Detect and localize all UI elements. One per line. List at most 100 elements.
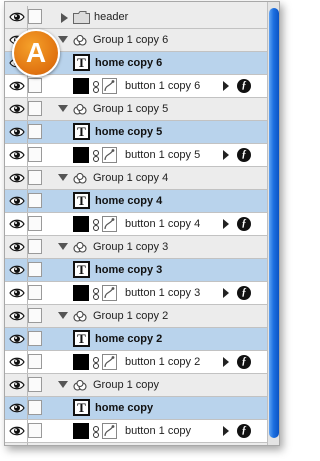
fx-icon[interactable]: ƒ [237, 424, 251, 438]
folder-icon [73, 11, 90, 24]
layer-link-box[interactable] [28, 400, 42, 415]
eye-icon[interactable] [6, 374, 28, 396]
layer-thumbnail [73, 285, 89, 301]
fx-icon[interactable]: ƒ [237, 286, 251, 300]
vector-mask-icon [102, 78, 117, 94]
text-layer-icon: T [73, 261, 90, 278]
collapse-arrow-icon[interactable] [58, 312, 68, 319]
layer-link-box[interactable] [28, 331, 42, 346]
eye-icon[interactable] [6, 213, 28, 235]
eye-icon[interactable] [6, 167, 28, 189]
layer-name: button 1 copy 4 [125, 218, 201, 230]
eye-icon[interactable] [6, 443, 28, 445]
fx-icon[interactable]: ƒ [237, 217, 251, 231]
link-icon [93, 149, 99, 162]
effects-arrow-icon[interactable] [223, 81, 229, 91]
layer-link-box[interactable] [28, 147, 42, 162]
fx-icon[interactable]: ƒ [237, 148, 251, 162]
collapse-arrow-icon[interactable] [58, 105, 68, 112]
layer-link-box[interactable] [28, 101, 42, 116]
layer-name: home copy 2 [95, 333, 163, 345]
group-shapes-icon [73, 34, 87, 46]
layer-link-box[interactable] [28, 9, 42, 24]
layer-group-row[interactable]: Group 1 copy 5 [5, 98, 267, 121]
layer-link-box[interactable] [28, 216, 42, 231]
layer-group-row[interactable]: Group 1 [5, 443, 267, 445]
layer-row[interactable]: Thome copy 5 [5, 121, 267, 144]
layer-row[interactable]: button 1 copy 2 ƒ [5, 351, 267, 374]
layer-name: home copy 4 [95, 195, 163, 207]
layer-group-row[interactable]: Group 1 copy 3 [5, 236, 267, 259]
layer-link-box[interactable] [28, 262, 42, 277]
layer-link-box[interactable] [28, 308, 42, 323]
text-layer-icon: T [73, 330, 90, 347]
eye-icon[interactable] [6, 121, 28, 143]
text-layer-icon: T [73, 54, 90, 71]
group-shapes-icon [73, 103, 87, 115]
vector-mask-icon [102, 147, 117, 163]
callout-badge: A [12, 29, 60, 77]
layer-thumbnail [73, 423, 89, 439]
layer-link-box[interactable] [28, 170, 42, 185]
eye-icon[interactable] [6, 6, 28, 28]
layer-link-box[interactable] [28, 124, 42, 139]
layer-row[interactable]: button 1 copy 3 ƒ [5, 282, 267, 305]
layer-row[interactable]: Thome copy [5, 397, 267, 420]
layer-group-row[interactable]: Group 1 copy [5, 374, 267, 397]
layer-row[interactable]: Thome copy 2 [5, 328, 267, 351]
eye-icon[interactable] [6, 328, 28, 350]
vector-mask-icon [102, 354, 117, 370]
layer-name: home copy 5 [95, 126, 163, 138]
group-shapes-icon [73, 379, 87, 391]
layer-link-box[interactable] [28, 354, 42, 369]
eye-icon[interactable] [6, 259, 28, 281]
layer-group-row[interactable]: Group 1 copy 4 [5, 167, 267, 190]
eye-icon[interactable] [6, 397, 28, 419]
vector-mask-icon [102, 216, 117, 232]
layer-group-row[interactable]: Group 1 copy 2 [5, 305, 267, 328]
fx-icon[interactable]: ƒ [237, 79, 251, 93]
layer-link-box[interactable] [28, 423, 42, 438]
eye-icon[interactable] [6, 98, 28, 120]
layer-link-box[interactable] [28, 377, 42, 392]
eye-icon[interactable] [6, 420, 28, 442]
collapse-arrow-icon[interactable] [58, 243, 68, 250]
eye-icon[interactable] [6, 144, 28, 166]
link-icon [93, 80, 99, 93]
effects-arrow-icon[interactable] [223, 150, 229, 160]
effects-arrow-icon[interactable] [223, 219, 229, 229]
text-layer-icon: T [73, 123, 90, 140]
effects-arrow-icon[interactable] [223, 426, 229, 436]
layer-row[interactable]: button 1 copy ƒ [5, 420, 267, 443]
vector-mask-icon [102, 423, 117, 439]
collapse-arrow-icon[interactable] [58, 381, 68, 388]
link-icon [93, 356, 99, 369]
link-icon [93, 218, 99, 231]
scrollbar-thumb[interactable] [269, 8, 279, 438]
layer-group-row[interactable]: header [5, 6, 267, 29]
eye-icon[interactable] [6, 190, 28, 212]
effects-arrow-icon[interactable] [223, 357, 229, 367]
expand-arrow-icon[interactable] [61, 13, 68, 23]
layer-row[interactable]: Thome copy 4 [5, 190, 267, 213]
scrollbar[interactable] [267, 2, 279, 445]
eye-icon[interactable] [6, 351, 28, 373]
layer-link-box[interactable] [28, 78, 42, 93]
collapse-arrow-icon[interactable] [58, 174, 68, 181]
layer-row[interactable]: button 1 copy 5 ƒ [5, 144, 267, 167]
layer-link-box[interactable] [28, 285, 42, 300]
eye-icon[interactable] [6, 236, 28, 258]
layer-thumbnail [73, 354, 89, 370]
layer-name: home copy [95, 402, 154, 414]
eye-icon[interactable] [6, 305, 28, 327]
collapse-arrow-icon[interactable] [58, 36, 68, 43]
layer-row[interactable]: button 1 copy 4 ƒ [5, 213, 267, 236]
layer-row[interactable]: Thome copy 3 [5, 259, 267, 282]
eye-icon[interactable] [6, 75, 28, 97]
layer-link-box[interactable] [28, 239, 42, 254]
fx-icon[interactable]: ƒ [237, 355, 251, 369]
effects-arrow-icon[interactable] [223, 288, 229, 298]
layer-link-box[interactable] [28, 193, 42, 208]
eye-icon[interactable] [6, 282, 28, 304]
layer-row[interactable]: button 1 copy 6 ƒ [5, 75, 267, 98]
